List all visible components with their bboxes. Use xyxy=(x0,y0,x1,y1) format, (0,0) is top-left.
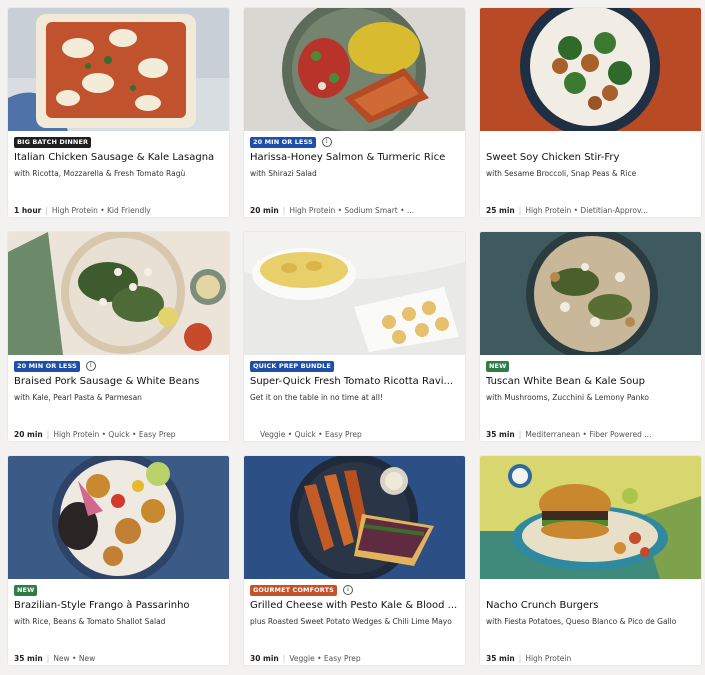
info-icon[interactable]: i xyxy=(321,137,332,147)
recipe-image-burger[interactable] xyxy=(480,456,701,579)
badge-row: BIG BATCH DINNER xyxy=(14,136,223,148)
recipe-meta: 30 min | Veggie • Easy Prep xyxy=(250,654,361,663)
recipe-card[interactable]: Sweet Soy Chicken Stir-Fry with Sesame B… xyxy=(480,8,701,217)
recipe-time: 35 min xyxy=(486,654,515,663)
badge-new: NEW xyxy=(14,584,38,596)
recipe-time: 30 min xyxy=(250,654,279,663)
badge-row: 20 MIN OR LESS i xyxy=(250,136,459,148)
recipe-card[interactable]: Nacho Crunch Burgers with Fiesta Potatoe… xyxy=(480,456,701,665)
recipe-tags: High Protein • Kid Friendly xyxy=(51,206,151,215)
recipe-card[interactable]: NEW Brazilian-Style Frango à Passarinho … xyxy=(8,456,229,665)
recipe-image-ravioli[interactable] xyxy=(244,232,465,355)
recipe-tags: Mediterranean • Fiber Powered ... xyxy=(525,430,652,439)
badge-row: 20 MIN OR LESS i xyxy=(14,360,223,372)
info-icon[interactable]: i xyxy=(342,585,353,595)
recipe-image-lasagna[interactable] xyxy=(8,8,229,131)
recipe-meta: 35 min | New • New xyxy=(14,654,96,663)
recipe-title[interactable]: Braised Pork Sausage & White Beans xyxy=(14,375,223,389)
recipe-image-salmon[interactable] xyxy=(244,8,465,131)
badge-row xyxy=(486,136,695,148)
recipe-time: 1 hour xyxy=(14,206,42,215)
recipe-image-pork-beans[interactable] xyxy=(8,232,229,355)
recipe-title[interactable]: Grilled Cheese with Pesto Kale & Blood .… xyxy=(250,599,459,613)
recipe-meta: 35 min | High Protein xyxy=(486,654,572,663)
recipe-time: 25 min xyxy=(486,206,515,215)
recipe-title[interactable]: Italian Chicken Sausage & Kale Lasagna xyxy=(14,151,223,165)
badge-row: NEW xyxy=(14,584,223,596)
badge-20-min-or-less: 20 MIN OR LESS xyxy=(250,136,316,148)
recipe-card[interactable]: BIG BATCH DINNER Italian Chicken Sausage… xyxy=(8,8,229,217)
badge-quick-prep-bundle: QUICK PREP BUNDLE xyxy=(250,360,334,372)
badge-big-batch-dinner: BIG BATCH DINNER xyxy=(14,136,92,148)
recipe-card[interactable]: 20 MIN OR LESS i Braised Pork Sausage & … xyxy=(8,232,229,441)
recipe-tags: High Protein • Sodium Smart • ... xyxy=(289,206,415,215)
badge-row: GOURMET COMFORTS i xyxy=(250,584,459,596)
recipe-card[interactable]: NEW Tuscan White Bean & Kale Soup with M… xyxy=(480,232,701,441)
recipe-card[interactable]: QUICK PREP BUNDLE Super-Quick Fresh Toma… xyxy=(244,232,465,441)
recipe-image-soup[interactable] xyxy=(480,232,701,355)
recipe-time: 20 min xyxy=(250,206,279,215)
recipe-tags: New • New xyxy=(53,654,96,663)
badge-new: NEW xyxy=(486,360,510,372)
recipe-tags: Veggie • Easy Prep xyxy=(289,654,361,663)
recipe-image-grilled-cheese[interactable] xyxy=(244,456,465,579)
recipe-title[interactable]: Harissa-Honey Salmon & Turmeric Rice xyxy=(250,151,459,165)
recipe-grid: BIG BATCH DINNER Italian Chicken Sausage… xyxy=(8,8,701,665)
recipe-subtitle: with Shirazi Salad xyxy=(250,169,317,178)
recipe-title[interactable]: Sweet Soy Chicken Stir-Fry xyxy=(486,151,695,165)
recipe-tags: High Protein • Quick • Easy Prep xyxy=(53,430,176,439)
recipe-subtitle: with Ricotta, Mozzarella & Fresh Tomato … xyxy=(14,169,186,178)
recipe-meta: 35 min | Mediterranean • Fiber Powered ... xyxy=(486,430,652,439)
recipe-subtitle: with Kale, Pearl Pasta & Parmesan xyxy=(14,393,142,402)
recipe-subtitle: with Fiesta Potatoes, Queso Blanco & Pic… xyxy=(486,617,677,626)
recipe-title[interactable]: Tuscan White Bean & Kale Soup xyxy=(486,375,695,389)
recipe-card[interactable]: 20 MIN OR LESS i Harissa-Honey Salmon & … xyxy=(244,8,465,217)
badge-row: QUICK PREP BUNDLE xyxy=(250,360,459,372)
recipe-tags: Veggie • Quick • Easy Prep xyxy=(260,430,362,439)
recipe-meta: Veggie • Quick • Easy Prep xyxy=(260,430,459,440)
recipe-subtitle: with Mushrooms, Zucchini & Lemony Panko xyxy=(486,393,650,402)
badge-row: NEW xyxy=(486,360,695,372)
recipe-title[interactable]: Super-Quick Fresh Tomato Ricotta Ravi... xyxy=(250,375,459,389)
recipe-subtitle: Get it on the table in no time at all! xyxy=(250,393,383,402)
recipe-title[interactable]: Nacho Crunch Burgers xyxy=(486,599,695,613)
recipe-meta: 20 min | High Protein • Quick • Easy Prep xyxy=(14,430,176,439)
recipe-subtitle: plus Roasted Sweet Potato Wedges & Chili… xyxy=(250,617,452,626)
recipe-subtitle: with Sesame Broccoli, Snap Peas & Rice xyxy=(486,169,637,178)
recipe-image-frango[interactable] xyxy=(8,456,229,579)
badge-gourmet-comforts: GOURMET COMFORTS xyxy=(250,584,337,596)
recipe-tags: High Protein • Dietitian-Approv... xyxy=(525,206,648,215)
recipe-meta: 1 hour | High Protein • Kid Friendly xyxy=(14,206,151,215)
badge-20-min-or-less: 20 MIN OR LESS xyxy=(14,360,80,372)
recipe-tags: High Protein xyxy=(525,654,572,663)
recipe-meta: 20 min | High Protein • Sodium Smart • ... xyxy=(250,206,415,215)
recipe-title[interactable]: Brazilian-Style Frango à Passarinho xyxy=(14,599,223,613)
recipe-image-stirfry[interactable] xyxy=(480,8,701,131)
info-icon[interactable]: i xyxy=(85,361,96,371)
recipe-time: 35 min xyxy=(14,654,43,663)
recipe-card[interactable]: GOURMET COMFORTS i Grilled Cheese with P… xyxy=(244,456,465,665)
recipe-subtitle: with Rice, Beans & Tomato Shallot Salad xyxy=(14,617,166,626)
recipe-time: 35 min xyxy=(486,430,515,439)
badge-row xyxy=(486,584,695,596)
recipe-time: 20 min xyxy=(14,430,43,439)
recipe-meta: 25 min | High Protein • Dietitian-Approv..… xyxy=(486,206,648,215)
